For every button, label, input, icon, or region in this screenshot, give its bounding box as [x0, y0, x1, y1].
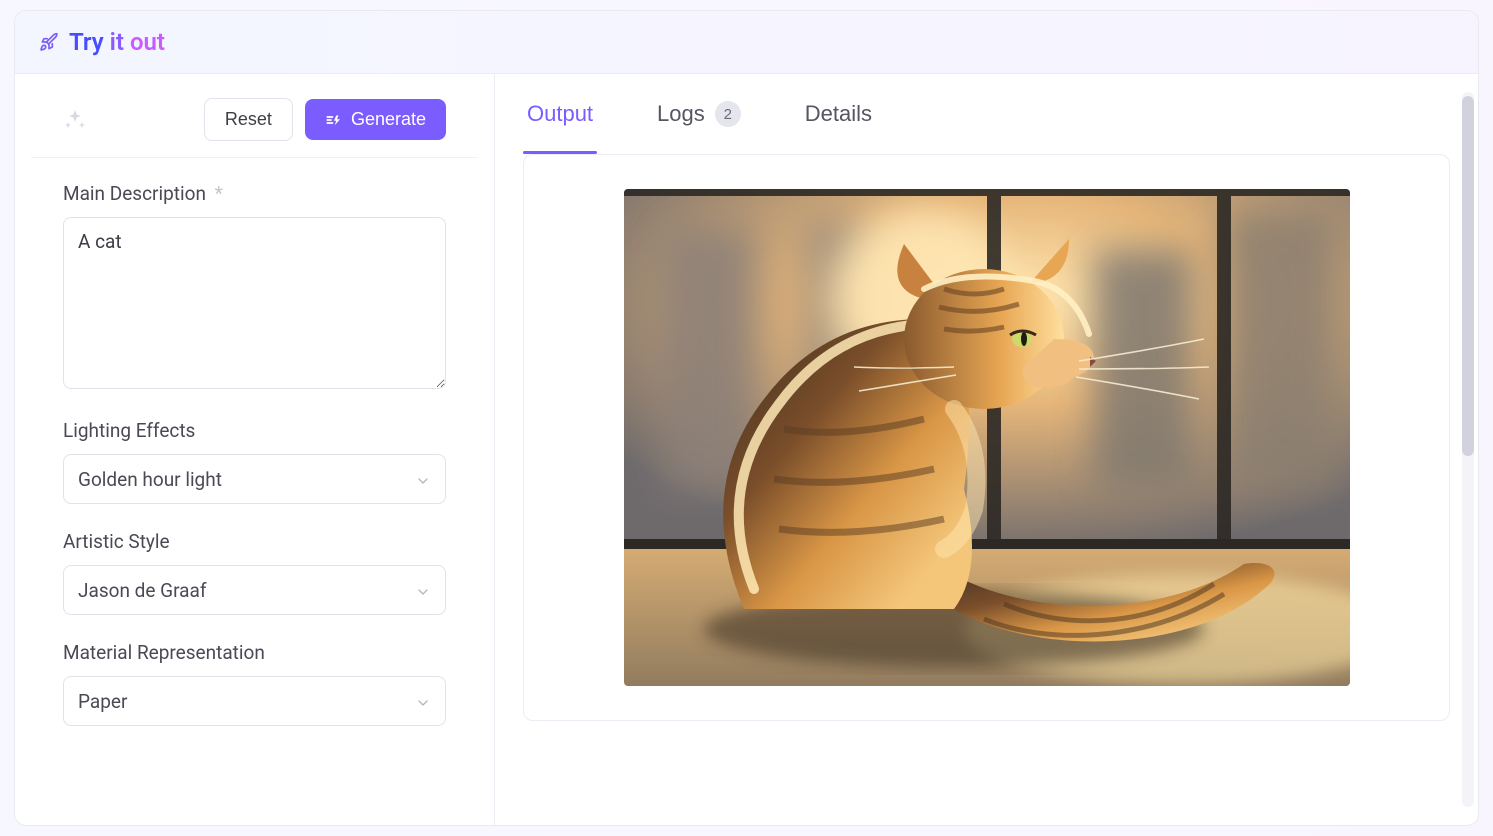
material-representation-select[interactable]: Paper — [63, 676, 446, 726]
rocket-icon — [39, 32, 59, 52]
tab-output[interactable]: Output — [523, 74, 597, 154]
field-main-description: Main Description * — [63, 182, 446, 393]
lighting-effects-select[interactable]: Golden hour light — [63, 454, 446, 504]
field-material-representation: Material Representation Paper — [63, 641, 446, 726]
artistic-style-label: Artistic Style — [63, 530, 446, 553]
main-description-input[interactable] — [63, 217, 446, 389]
output-wrap — [495, 154, 1478, 825]
artistic-style-select[interactable]: Jason de Graaf — [63, 565, 446, 615]
required-star: * — [215, 182, 223, 205]
app-card: Try it out Reset — [14, 10, 1479, 826]
left-toolbar: Reset Generate — [31, 74, 478, 158]
chevron-down-icon — [415, 582, 431, 598]
output-card — [523, 154, 1450, 721]
scrollbar[interactable] — [1462, 92, 1474, 807]
chevron-down-icon — [415, 693, 431, 709]
material-representation-label: Material Representation — [63, 641, 446, 664]
card-body: Reset Generate — [15, 74, 1478, 825]
lighting-effects-value: Golden hour light — [78, 468, 222, 491]
output-image — [624, 189, 1350, 686]
reset-button-label: Reset — [225, 109, 272, 130]
reset-button[interactable]: Reset — [204, 98, 293, 141]
tab-logs-label: Logs — [657, 101, 705, 127]
header-title-it: it — [110, 28, 124, 56]
sparkle-icon — [63, 108, 87, 132]
bolt-icon — [325, 111, 343, 129]
card-header: Try it out — [15, 11, 1478, 74]
tab-details-label: Details — [805, 101, 872, 127]
chevron-down-icon — [415, 471, 431, 487]
right-pane: Output Logs 2 Details — [495, 74, 1478, 825]
lighting-effects-label: Lighting Effects — [63, 419, 446, 442]
generate-button-label: Generate — [351, 109, 426, 130]
header-title: Try it out — [69, 28, 165, 56]
form-area: Main Description * Lighting Effects Gold… — [15, 158, 494, 825]
field-lighting-effects: Lighting Effects Golden hour light — [63, 419, 446, 504]
tabs: Output Logs 2 Details — [495, 74, 1478, 154]
artistic-style-value: Jason de Graaf — [78, 579, 206, 602]
tab-output-label: Output — [527, 101, 593, 127]
tab-logs[interactable]: Logs 2 — [653, 74, 745, 154]
material-representation-value: Paper — [78, 690, 127, 713]
header-title-out: out — [130, 28, 165, 56]
tab-logs-badge: 2 — [715, 101, 741, 127]
output-image-svg — [624, 189, 1350, 686]
tab-details[interactable]: Details — [801, 74, 876, 154]
generate-button[interactable]: Generate — [305, 99, 446, 140]
field-artistic-style: Artistic Style Jason de Graaf — [63, 530, 446, 615]
main-description-label: Main Description * — [63, 182, 446, 205]
scrollbar-thumb[interactable] — [1462, 96, 1474, 456]
main-description-label-text: Main Description — [63, 182, 206, 205]
left-pane: Reset Generate — [15, 74, 495, 825]
header-title-try: Try — [69, 28, 104, 56]
